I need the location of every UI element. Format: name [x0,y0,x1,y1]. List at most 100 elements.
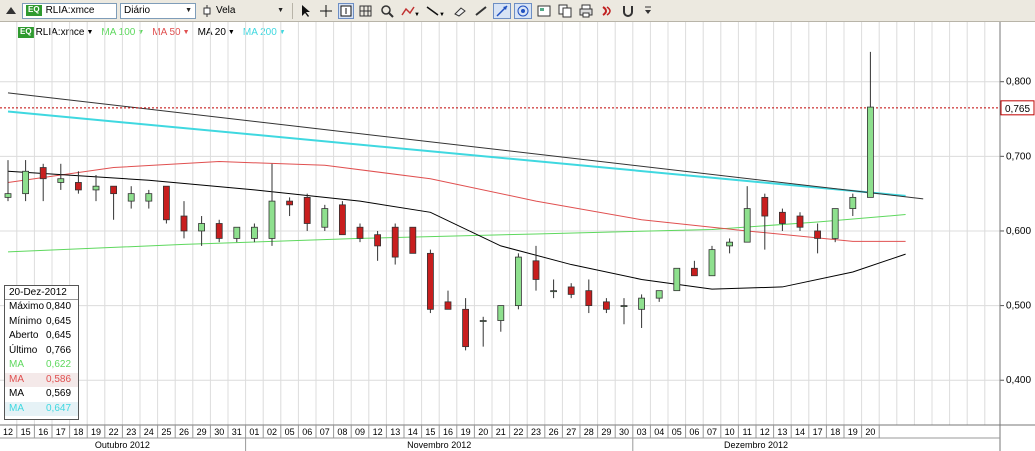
candle-body [198,223,206,232]
x-tick-label: 13 [777,427,787,437]
candle-body [814,230,821,239]
svg-text:▼: ▼ [414,12,419,17]
x-tick-label: 11 [743,427,752,437]
template-icon[interactable] [535,3,553,19]
chevron-down-icon: ▼ [277,7,284,14]
candle-body [691,267,698,277]
symbol-selector[interactable]: EQ RLIA:xmce [22,2,117,19]
x-tick-label: 26 [549,427,559,437]
style-icon[interactable] [514,2,532,19]
magnet-icon[interactable] [619,3,637,19]
x-tick-label: 07 [707,427,717,437]
x-tick-label: 06 [689,427,699,437]
indicator-icon[interactable]: ▼ [399,3,421,19]
x-tick-label: 22 [109,427,119,437]
candle-body [655,290,663,299]
candle-body [532,260,540,280]
candle-body [321,208,329,228]
x-tick-label: 06 [302,427,312,437]
x-tick-label: 30 [214,427,224,437]
data-window-value: 0,622 [46,359,72,370]
data-window-row: Aberto 0,645 [5,329,78,344]
candle-body [4,193,12,198]
cursor-icon[interactable] [298,3,314,19]
candle-body [180,215,188,232]
toolbar-divider [292,2,293,19]
candle-body [303,196,311,224]
x-tick-label: 02 [267,427,277,437]
data-window-value: 0,840 [46,301,72,312]
x-tick-label: 20 [478,427,488,437]
candle-body [250,226,258,239]
candle-body [75,182,82,191]
x-tick-label: 29 [601,427,611,437]
data-window-key: Mínimo [9,315,42,327]
y-tick-label: 0,700 [1006,151,1031,162]
x-tick-label: 17 [56,427,66,437]
y-tick-label: 0,800 [1006,77,1031,88]
x-tick-label: 10 [725,427,735,437]
data-window-row: Mínimo 0,645 [5,315,78,330]
x-tick-label: 07 [320,427,330,437]
candle-body [391,226,399,258]
x-tick-label: 01 [249,427,259,437]
candle-body [286,200,294,206]
crosshair-icon[interactable] [317,3,335,19]
zoom-icon[interactable] [378,3,396,19]
trendline-icon[interactable]: ▼ [424,3,448,19]
print-icon[interactable] [577,3,595,19]
data-window-row: MA 0,647 [5,401,78,416]
candle-body [268,200,276,239]
candle-body [374,234,382,247]
data-window-value: 0,645 [46,330,72,341]
x-tick-label: 16 [38,427,48,437]
candle-body [39,167,47,180]
candle-body [726,241,733,247]
candle-body [479,320,487,322]
candle-body [497,305,505,321]
x-tick-label: 05 [285,427,295,437]
symbol-value: RLIA:xmce [45,5,95,16]
x-tick-label: 29 [197,427,207,437]
x-tick-label: 28 [584,427,594,437]
period-select[interactable]: Diário ▼ [120,2,196,19]
x-tick-label: 05 [672,427,682,437]
candle-body [796,215,804,228]
candle-body [356,226,364,239]
x-tick-label: 12 [373,427,383,437]
pencil-icon[interactable] [472,3,490,19]
candle-body [567,286,575,295]
scroll-up-icon[interactable] [3,3,19,19]
candle-body [708,249,716,277]
equity-badge: EQ [26,5,42,16]
price-chart[interactable]: 0,400 0,500 0,600 0,700 0,800 0,765 12 15 16 17 18… [0,22,1035,451]
candle-body [22,170,30,195]
data-window-key: MA [9,402,24,414]
x-tick-label: 15 [425,427,435,437]
candle-body [110,185,117,195]
sound-icon[interactable] [598,3,616,19]
data-window-value: 0,645 [46,315,72,327]
y-tick-label: 0,500 [1006,301,1031,312]
info-box-icon[interactable] [338,2,354,19]
x-tick-label: 18 [830,427,840,437]
auto-scale-icon[interactable] [493,2,511,19]
eraser-icon[interactable] [451,3,469,19]
grid-icon[interactable] [357,3,375,19]
candle-body [145,193,153,202]
x-tick-label: 30 [619,427,629,437]
x-tick-label: 23 [531,427,541,437]
candle-body [57,178,65,183]
candle-body [215,223,223,239]
x-tick-label: 19 [91,427,101,437]
menu-more-icon[interactable] [640,3,656,19]
copy-icon[interactable] [556,3,574,19]
x-tick-label: 17 [813,427,823,437]
chart-style-select[interactable]: Vela ▼ [199,3,287,19]
x-tick-label: 14 [795,427,805,437]
chevron-down-icon: ▼ [185,7,192,14]
x-tick-label: 04 [654,427,664,437]
candle-body [338,204,346,236]
data-window-value: 0,569 [46,388,72,399]
data-window-row: Último 0,766 [5,344,78,359]
